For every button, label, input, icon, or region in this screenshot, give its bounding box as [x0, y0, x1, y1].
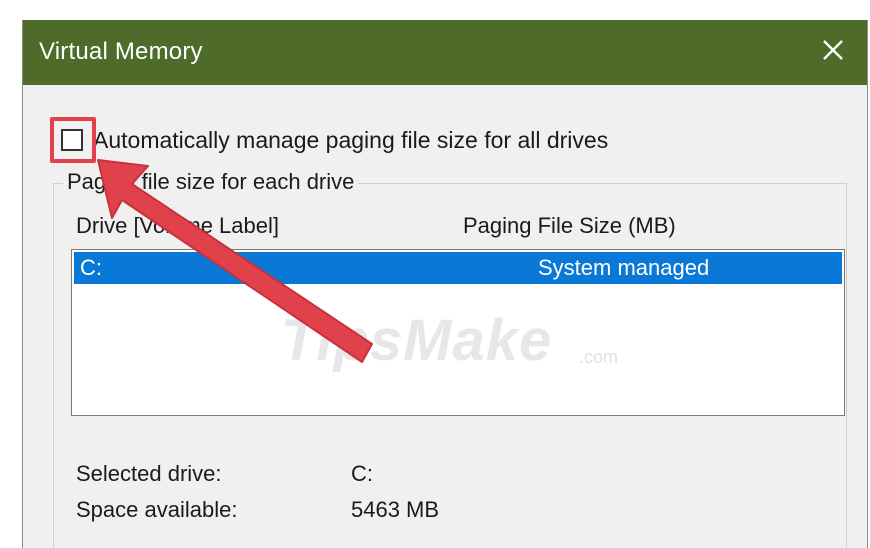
title-bar: Virtual Memory	[23, 20, 867, 85]
space-available-value: 5463 MB	[351, 497, 440, 522]
auto-manage-label[interactable]: Automatically manage paging file size fo…	[93, 127, 608, 154]
column-header-size: Paging File Size (MB)	[463, 213, 676, 238]
selected-drive-value: C:	[351, 461, 373, 486]
drive-listbox[interactable]: C: System managed	[71, 249, 845, 416]
screenshot-stage: Virtual Memory Automatically manage pagi…	[0, 0, 870, 548]
row-drive-letter: C:	[80, 255, 102, 280]
space-available-label: Space available:	[76, 497, 238, 522]
selected-drive-label: Selected drive:	[76, 461, 222, 486]
window-title: Virtual Memory	[39, 38, 203, 65]
virtual-memory-dialog: Virtual Memory Automatically manage pagi…	[22, 20, 868, 548]
dialog-body: Automatically manage paging file size fo…	[23, 85, 867, 548]
column-header-drive: Drive [Volume Label]	[76, 213, 279, 238]
row-paging-size: System managed	[538, 255, 710, 280]
groupbox-title: Paging file size for each drive	[63, 169, 359, 195]
close-icon	[823, 40, 843, 60]
close-button[interactable]	[813, 30, 853, 70]
drive-list-row-c[interactable]: C: System managed	[74, 252, 842, 284]
annotation-highlight-box	[50, 117, 96, 163]
auto-manage-row: Automatically manage paging file size fo…	[61, 126, 608, 154]
